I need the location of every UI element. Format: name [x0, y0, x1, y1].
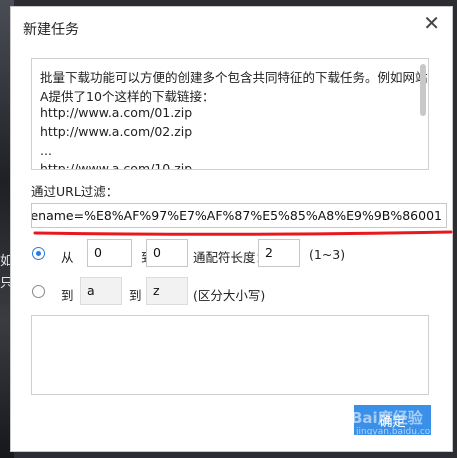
wildcard-length-label: 通配符长度： — [193, 250, 269, 265]
red-underline-annotation — [33, 230, 453, 236]
wildcard-length-input[interactable]: 2 — [258, 239, 300, 267]
description-box[interactable]: 批量下载功能可以方便的创建多个包含共同特征的下载任务。例如网站 A提供了10个这… — [31, 58, 429, 170]
new-task-dialog: 新建任务 ✕ 批量下载功能可以方便的创建多个包含共同特征的下载任务。例如网站 A… — [10, 6, 453, 452]
scrollbar[interactable] — [420, 62, 426, 166]
alpha-to-label: 到 — [129, 288, 142, 303]
numeric-from-input[interactable]: 0 — [87, 239, 132, 267]
description-line: ... — [40, 143, 52, 158]
scrollbar-thumb[interactable] — [420, 64, 426, 116]
url-filter-label: 通过URL过滤： — [31, 184, 119, 199]
preview-box[interactable] — [31, 315, 429, 395]
alpha-to-input[interactable]: z — [146, 277, 188, 305]
dialog-title: 新建任务 — [23, 22, 79, 38]
url-filter-input[interactable]: tfilename=%E8%AF%97%E7%AF%87%E5%85%A8%E9… — [31, 203, 447, 228]
ok-button[interactable]: 确定 — [354, 405, 431, 435]
range-hint: (1~3) — [309, 247, 346, 262]
description-line: A提供了10个这样的下载链接： — [40, 89, 215, 104]
description-line: http://www.a.com/10.zip — [40, 161, 193, 170]
alpha-from-label: 到 — [61, 288, 74, 303]
from-label: 从 — [61, 250, 74, 265]
radio-alpha[interactable] — [32, 285, 45, 298]
case-sensitive-hint: (区分大小写) — [193, 288, 266, 303]
radio-numeric[interactable] — [32, 247, 45, 260]
alpha-from-input[interactable]: a — [80, 277, 122, 305]
url-filter-value: tfilename=%E8%AF%97%E7%AF%87%E5%85%A8%E9… — [31, 208, 442, 223]
description-line: http://www.a.com/01.zip — [40, 105, 193, 120]
close-icon[interactable]: ✕ — [423, 13, 440, 33]
description-line: 批量下载功能可以方便的创建多个包含共同特征的下载任务。例如网站 — [40, 70, 428, 85]
numeric-to-input[interactable]: 0 — [146, 239, 188, 267]
description-line: http://www.a.com/02.zip — [40, 124, 193, 139]
